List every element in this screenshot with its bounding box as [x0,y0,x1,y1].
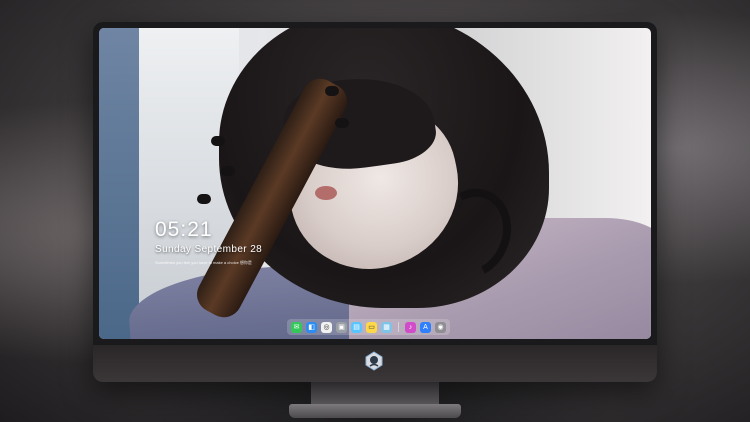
music-icon[interactable]: ♪ [405,321,416,333]
dock: ✉ ◧ ◎ ▣ ▤ ▭ ▦ ♪ A ◉ [287,319,450,335]
camera-icon[interactable]: ◉ [435,321,446,333]
wallpaper-lips [315,186,337,200]
clapper-icon[interactable]: ▤ [351,321,362,333]
guitar-peg [197,194,211,204]
monitor-chin [93,345,657,382]
app-store-icon[interactable]: A [420,321,431,333]
brand-logo-icon [365,351,383,371]
clock-time: 05:21 [155,218,213,241]
guitar-peg [335,118,349,128]
lockscreen-quote: Sometimes you feel you have to make a ch… [155,260,252,265]
monitor-stand-base [289,404,461,418]
clock-date: Sunday September 28 [155,244,263,255]
messages-icon[interactable]: ✉ [291,321,302,333]
guitar-peg [325,86,339,96]
dock-separator [398,322,399,332]
monitor-stand-neck [311,382,439,406]
safari-icon[interactable]: ◎ [321,321,332,333]
guitar-peg [221,166,235,176]
guitar-peg [211,136,225,146]
notes-icon[interactable]: ▭ [366,321,377,333]
lock-screen: 05:21 Sunday September 28 Sometimes you … [99,28,651,339]
monitor: 05:21 Sunday September 28 Sometimes you … [93,22,657,382]
photos-icon[interactable]: ▣ [336,321,347,333]
finder-icon[interactable]: ◧ [306,321,317,333]
preview-icon[interactable]: ▦ [381,321,392,333]
